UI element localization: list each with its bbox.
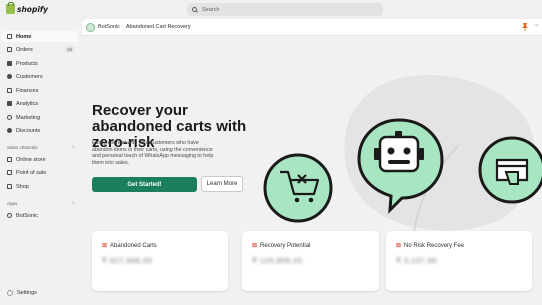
sidebar-item-home[interactable]: Home — [2, 31, 78, 42]
botsonic-app-icon — [86, 23, 95, 32]
hero-illustration — [263, 75, 542, 233]
card-value: ₹ 3,137.60 — [396, 256, 438, 265]
search-icon — [192, 7, 197, 12]
orders-count-badge: 15 — [64, 46, 74, 53]
sidebar-item-label: Finances — [16, 87, 39, 94]
search-bar[interactable] — [187, 3, 383, 16]
sidebar-item-label: Online store — [16, 156, 46, 163]
sidebar-item-label: Products — [16, 60, 38, 67]
sidebar-item-label: BotSonic — [16, 212, 39, 219]
orders-icon — [7, 47, 12, 52]
target-icon — [7, 115, 12, 120]
sidebar-item-discounts[interactable]: Discounts — [2, 125, 78, 136]
discount-icon — [7, 128, 12, 133]
brand-name: shopify — [17, 4, 49, 14]
sidebar-item-label: Home — [16, 33, 32, 40]
card-label: Abandoned Carts — [110, 242, 157, 249]
sidebar-item-botsonic[interactable]: BotSonic — [2, 210, 78, 221]
wallet-bubble-icon — [478, 136, 542, 204]
sidebar-item-label: Analytics — [16, 100, 39, 107]
get-started-button[interactable]: Get Started! — [92, 177, 197, 192]
pin-icon[interactable] — [522, 23, 528, 31]
cart-x-icon: ⊠ — [102, 243, 108, 249]
sidebar-item-label: Settings — [17, 289, 37, 296]
shopify-bag-icon — [6, 2, 15, 14]
recovery-potential-card: ⊠ Recovery Potential ₹ 125,909.20 — [242, 231, 379, 291]
sidebar-item-point-of-sale[interactable]: Point of sale — [2, 167, 78, 178]
shop-bag-icon — [7, 184, 12, 189]
card-header: ⊠ Recovery Potential — [252, 242, 311, 250]
app-frame: BotSonic · Abandoned Cart Recovery ··· Rec… — [82, 19, 542, 305]
sidebar-item-finances[interactable]: Finances — [2, 85, 78, 96]
sidebar-item-label: Shop — [16, 183, 29, 190]
more-actions-icon[interactable]: ··· — [534, 22, 539, 29]
sidebar-item-label: Discounts — [16, 127, 41, 134]
search-input[interactable] — [202, 6, 362, 13]
sales-channels-heading: Sales channels — [7, 145, 38, 150]
learn-more-button[interactable]: Learn More — [201, 176, 243, 192]
chevron-right-icon[interactable]: › — [72, 200, 74, 206]
card-value: ₹ 125,909.20 — [252, 256, 303, 265]
person-icon — [7, 74, 12, 79]
sidebar-item-label: Marketing — [16, 114, 41, 121]
sidebar-item-orders[interactable]: Orders 15 — [2, 44, 78, 55]
recovery-fee-card: ⊠ No Risk Recovery Fee ₹ 3,137.60 — [386, 231, 532, 291]
breadcrumb-page: Abandoned Cart Recovery — [125, 24, 191, 30]
sidebar-item-label: Orders — [16, 46, 33, 53]
card-header: ⊠ Abandoned Carts — [102, 242, 157, 250]
app-icon — [7, 213, 12, 218]
sidebar-item-customers[interactable]: Customers — [2, 71, 78, 82]
sidebar-item-analytics[interactable]: Analytics — [2, 98, 78, 109]
breadcrumb: BotSonic · Abandoned Cart Recovery — [98, 24, 191, 30]
bank-icon — [7, 88, 12, 93]
sidebar-item-marketing[interactable]: Marketing — [2, 112, 78, 123]
breadcrumb-app[interactable]: BotSonic — [98, 24, 120, 30]
sidebar-item-label: Point of sale — [16, 169, 47, 176]
apps-heading: Apps — [7, 201, 18, 206]
chevron-right-icon[interactable]: › — [72, 144, 74, 150]
abandoned-carts-card: ⊠ Abandoned Carts ₹ 627,566.00 — [92, 231, 228, 291]
card-label: No Risk Recovery Fee — [404, 242, 465, 249]
card-header: ⊠ No Risk Recovery Fee — [396, 242, 465, 250]
sidebar-item-settings[interactable]: Settings — [2, 287, 78, 298]
cart-bubble-icon — [263, 153, 333, 223]
chart-icon — [7, 101, 12, 106]
sidebar-item-shop[interactable]: Shop — [2, 181, 78, 192]
store-icon — [7, 157, 12, 162]
gear-icon — [7, 289, 13, 296]
top-bar: shopify — [0, 0, 542, 19]
tag-icon — [7, 61, 12, 66]
app-header: BotSonic · Abandoned Cart Recovery ··· — [82, 19, 542, 36]
pos-icon — [7, 170, 12, 175]
card-label: Recovery Potential — [260, 242, 311, 249]
main-area: Recover your abandoned carts with zero-r… — [82, 36, 542, 305]
sidebar: Home Orders 15 Products Customers Financ… — [0, 29, 82, 305]
sidebar-item-label: Customers — [16, 73, 43, 80]
home-icon — [7, 34, 12, 39]
sidebar-item-products[interactable]: Products — [2, 58, 78, 69]
card-value: ₹ 627,566.00 — [102, 256, 153, 265]
shopify-logo[interactable]: shopify — [6, 2, 49, 14]
fee-icon: ⊠ — [396, 243, 402, 249]
sidebar-item-online-store[interactable]: Online store — [2, 154, 78, 165]
recovery-icon: ⊠ — [252, 243, 258, 249]
hero-description: Easily connect with your customers who h… — [92, 140, 214, 166]
